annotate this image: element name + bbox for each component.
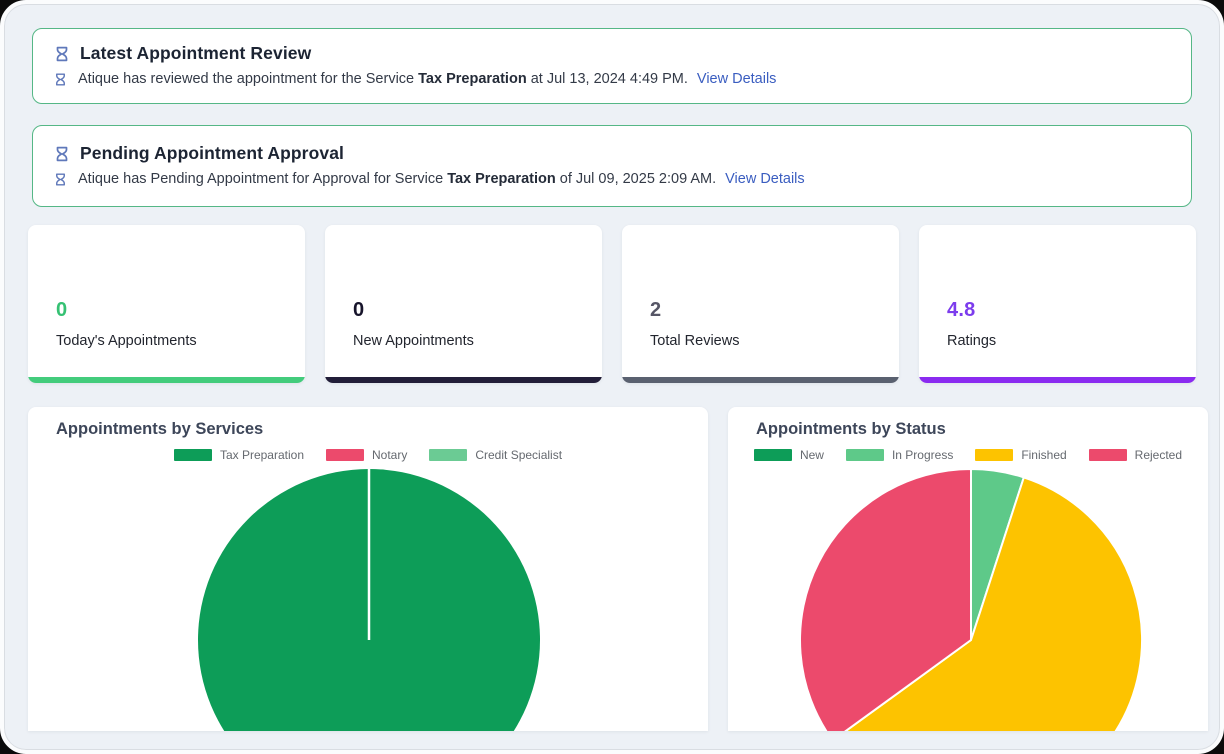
legend-swatch [326,449,364,461]
stat-card-ratings: 4.8 Ratings [919,225,1196,383]
legend-item[interactable]: Tax Preparation [174,448,304,462]
legend-label: Tax Preparation [220,448,304,462]
charts-row: Appointments by Services Tax Preparation… [28,407,1196,731]
legend-swatch [1089,449,1127,461]
legend-swatch [174,449,212,461]
chart-legend: Tax Preparation Notary Credit Specialist [28,448,708,462]
stat-card-todays-appointments: 0 Today's Appointments [28,225,305,383]
view-details-link[interactable]: View Details [697,71,777,87]
stats-row: 0 Today's Appointments 0 New Appointment… [28,225,1196,383]
stat-value: 2 [650,299,875,322]
hourglass-icon [53,72,68,87]
stat-value: 0 [353,299,578,322]
legend-swatch [975,449,1013,461]
latest-review-banner: Latest Appointment Review Atique has rev… [32,28,1192,104]
legend-item[interactable]: Credit Specialist [429,448,562,462]
legend-label: New [800,448,824,462]
stat-accent-bar [28,377,305,383]
banner-message: Atique has Pending Appointment for Appro… [78,171,805,187]
chart-title: Appointments by Status [756,420,1208,439]
legend-item[interactable]: Finished [975,448,1066,462]
legend-label: In Progress [892,448,953,462]
legend-item[interactable]: In Progress [846,448,953,462]
appointments-by-services-card: Appointments by Services Tax Preparation… [28,407,708,731]
view-details-link[interactable]: View Details [725,171,805,187]
pending-approval-banner: Pending Appointment Approval Atique has … [32,125,1192,207]
stat-label: Today's Appointments [56,333,281,349]
hourglass-icon [53,172,68,187]
hourglass-icon [53,45,71,63]
legend-swatch [429,449,467,461]
stat-label: Ratings [947,333,1172,349]
legend-label: Rejected [1135,448,1182,462]
hourglass-icon [53,145,71,163]
legend-swatch [846,449,884,461]
banner-message: Atique has reviewed the appointment for … [78,71,776,87]
legend-item[interactable]: New [754,448,824,462]
stat-label: New Appointments [353,333,578,349]
stat-accent-bar [325,377,602,383]
legend-label: Notary [372,448,407,462]
stat-accent-bar [919,377,1196,383]
stat-label: Total Reviews [650,333,875,349]
stat-value: 0 [56,299,281,322]
stat-card-total-reviews: 2 Total Reviews [622,225,899,383]
banner-title: Latest Appointment Review [80,43,311,64]
legend-item[interactable]: Rejected [1089,448,1182,462]
appointments-by-status-card: Appointments by Status New In Progress Fin… [728,407,1208,731]
banner-title: Pending Appointment Approval [80,143,344,164]
chart-title: Appointments by Services [56,420,708,439]
service-name: Tax Preparation [447,171,556,187]
dashboard-screen: Latest Appointment Review Atique has rev… [0,0,1224,754]
legend-swatch [754,449,792,461]
legend-label: Credit Specialist [475,448,562,462]
stat-card-new-appointments: 0 New Appointments [325,225,602,383]
stat-value: 4.8 [947,299,1172,322]
stat-accent-bar [622,377,899,383]
legend-label: Finished [1021,448,1066,462]
legend-item[interactable]: Notary [326,448,407,462]
chart-legend: New In Progress Finished Rejected [728,448,1208,462]
service-name: Tax Preparation [418,71,527,87]
